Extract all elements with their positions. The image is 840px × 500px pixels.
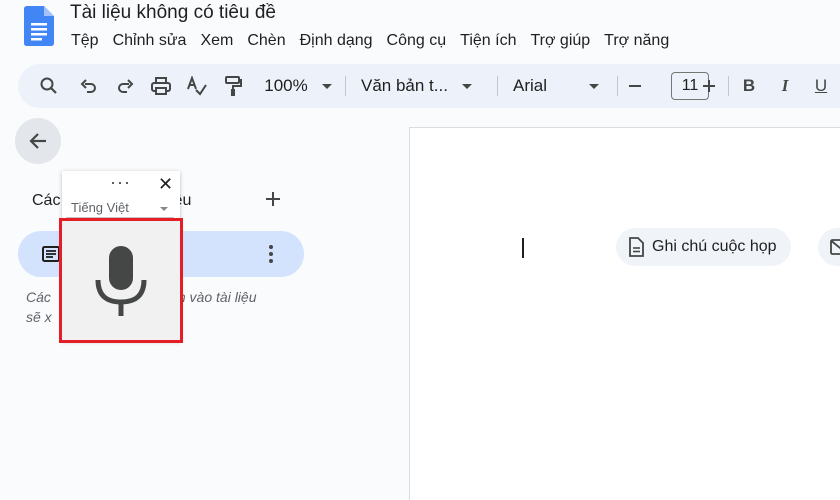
menu-view[interactable]: Xem <box>193 30 240 52</box>
menu-extensions[interactable]: Tiện ích <box>453 30 523 52</box>
hint-line-1-end: m vào tài liệu <box>174 289 257 305</box>
language-value: Tiếng Việt <box>71 200 129 215</box>
paint-format-icon <box>225 76 242 96</box>
menu-edit[interactable]: Chỉnh sửa <box>106 30 194 52</box>
plus-icon <box>266 192 280 206</box>
language-select[interactable]: Tiếng Việt <box>66 198 174 218</box>
search-icon <box>40 77 57 94</box>
print-button[interactable] <box>148 64 174 108</box>
minus-icon <box>629 85 641 87</box>
redo-button[interactable] <box>112 64 138 108</box>
toolbar-divider <box>617 76 618 96</box>
zoom-select[interactable]: 100% <box>262 64 334 108</box>
document-title[interactable]: Tài liệu không có tiêu đề <box>70 2 276 24</box>
paragraph-style-value: Văn bản t... <box>361 76 448 95</box>
menu-insert[interactable]: Chèn <box>240 30 292 52</box>
plus-icon <box>703 80 715 92</box>
chevron-down-icon <box>321 83 332 89</box>
paragraph-style-select[interactable]: Văn bản t... <box>361 64 481 108</box>
menu-tools[interactable]: Công cụ <box>380 30 454 52</box>
toolbar-divider <box>497 76 498 96</box>
zoom-value: 100% <box>264 76 308 95</box>
menu-accessibility[interactable]: Trợ năng <box>597 30 676 52</box>
font-family-select[interactable]: Arial <box>513 64 603 108</box>
spellcheck-button[interactable] <box>184 64 210 108</box>
text-cursor <box>522 238 524 258</box>
chevron-down-icon <box>160 207 168 211</box>
drag-handle-icon[interactable]: ··· <box>110 173 131 191</box>
menu-bar: Tệp Chỉnh sửa Xem Chèn Định dạng Công cụ… <box>64 30 676 52</box>
add-tab-button[interactable] <box>264 190 282 212</box>
increase-font-size-button[interactable] <box>698 64 720 108</box>
menu-help[interactable]: Trợ giúp <box>523 30 597 52</box>
decrease-font-size-button[interactable] <box>624 64 646 108</box>
document-chip-icon <box>629 237 644 257</box>
title-bar: Tài liệu không có tiêu đề Tệp Chỉnh sửa … <box>0 0 840 58</box>
print-icon <box>151 77 171 95</box>
google-docs-icon[interactable] <box>24 6 54 46</box>
menu-file[interactable]: Tệp <box>64 30 106 52</box>
toolbar-divider <box>345 76 346 96</box>
meeting-notes-chip-label: Ghi chú cuộc họp <box>652 238 777 255</box>
menu-format[interactable]: Định dạng <box>293 30 380 52</box>
bold-button[interactable]: B <box>736 64 762 108</box>
close-icon[interactable]: ✕ <box>158 175 173 193</box>
paint-format-button[interactable] <box>220 64 246 108</box>
hint-line-1-start: Các <box>26 289 51 305</box>
chevron-down-icon <box>589 83 599 89</box>
undo-icon <box>80 79 96 93</box>
search-button[interactable] <box>36 64 62 108</box>
back-button[interactable] <box>15 118 61 164</box>
document-page[interactable]: Ghi chú cuộc họp <box>409 127 840 500</box>
email-draft-chip[interactable] <box>818 228 840 266</box>
toolbar: 100% Văn bản t... Arial 11 B I U <box>18 64 840 108</box>
undo-button[interactable] <box>76 64 102 108</box>
more-vert-icon[interactable] <box>266 242 276 266</box>
chevron-down-icon <box>461 83 472 89</box>
italic-button[interactable]: I <box>772 64 798 108</box>
redo-icon <box>118 79 134 93</box>
hint-line-2: sẽ x <box>26 309 52 325</box>
microphone-highlight-frame <box>59 218 183 343</box>
font-family-value: Arial <box>513 76 548 95</box>
toolbar-divider <box>728 76 729 96</box>
arrow-back-icon <box>29 133 46 149</box>
document-tabs-heading: Các <box>32 192 61 209</box>
underline-button[interactable]: U <box>808 64 834 108</box>
spellcheck-icon <box>187 76 207 96</box>
meeting-notes-chip[interactable]: Ghi chú cuộc họp <box>616 228 791 266</box>
mail-icon <box>830 239 840 255</box>
document-tab-icon <box>42 246 60 262</box>
